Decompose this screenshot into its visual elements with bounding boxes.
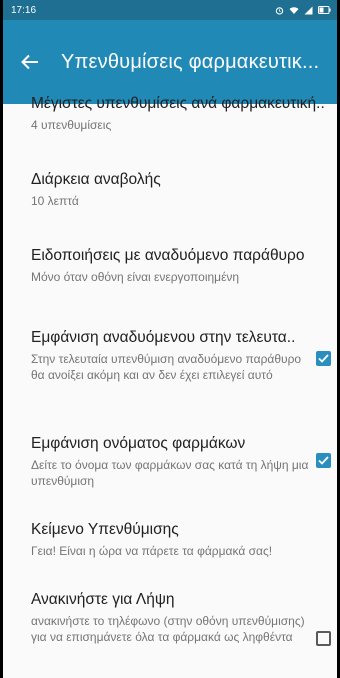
setting-subtitle: 4 υπενθυμίσεις bbox=[31, 118, 112, 132]
setting-title: Ανακινήστε για Λήψη bbox=[31, 591, 175, 608]
app-screen: 17:16 Υπενθυμίσεις φαρμακευτικ... Μέγιστ… bbox=[3, 0, 337, 678]
popup-last-reminder-checkbox[interactable] bbox=[316, 351, 331, 366]
setting-subtitle: 10 λεπτά bbox=[31, 194, 79, 208]
setting-subtitle: Μόνο όταν οθόνη είναι ενεργοποιημένη bbox=[31, 270, 240, 284]
shake-to-take-checkbox[interactable] bbox=[316, 631, 331, 646]
setting-popup-notifications[interactable]: Ειδοποιήσεις με αναδυόμενο παράθυρο Μόνο… bbox=[31, 246, 311, 285]
setting-title: Ειδοποιήσεις με αναδυόμενο παράθυρο bbox=[31, 247, 305, 264]
back-button[interactable] bbox=[17, 49, 43, 75]
setting-subtitle: Στην τελευταία υπενθύμιση αναδυόμενο παρ… bbox=[31, 352, 302, 382]
setting-max-reminders[interactable]: Μέγιστες υπενθυμίσεις ανά φαρμακευτική..… bbox=[31, 94, 325, 133]
setting-title: Κείμενο Υπενθύμισης bbox=[31, 521, 179, 538]
checkmark-icon bbox=[318, 456, 329, 465]
status-bar: 17:16 bbox=[3, 0, 337, 20]
setting-shake-to-take[interactable]: Ανακινήστε για Λήψη ανακινήστε το τηλέφω… bbox=[31, 590, 311, 645]
alarm-icon bbox=[275, 6, 284, 15]
setting-title: Μέγιστες υπενθυμίσεις ανά φαρμακευτική.. bbox=[31, 95, 325, 112]
arrow-left-icon bbox=[21, 54, 38, 70]
setting-subtitle: ανακινήστε το τηλέφωνο (στην οθόνη υπενθ… bbox=[31, 614, 305, 644]
app-bar: Υπενθυμίσεις φαρμακευτικ... bbox=[3, 20, 337, 104]
setting-popup-last-reminder[interactable]: Εμφάνιση αναδυόμενου στην τελευτα.. Στην… bbox=[31, 328, 311, 383]
setting-subtitle: Δείτε το όνομα των φαρμάκων σας κατά τη … bbox=[31, 458, 309, 488]
battery-icon bbox=[318, 6, 331, 14]
wifi-icon bbox=[289, 6, 299, 14]
checkmark-icon bbox=[318, 354, 329, 363]
status-time: 17:16 bbox=[11, 4, 37, 16]
setting-show-medicine-names[interactable]: Εμφάνιση ονόματος φαρμάκων Δείτε το όνομ… bbox=[31, 434, 311, 489]
status-icons bbox=[275, 6, 331, 15]
setting-title: Εμφάνιση αναδυόμενου στην τελευτα.. bbox=[31, 329, 296, 346]
setting-reminder-text[interactable]: Κείμενο Υπενθύμισης Γεια! Είναι η ώρα να… bbox=[31, 520, 311, 559]
signal-icon bbox=[304, 6, 313, 14]
page-title: Υπενθυμίσεις φαρμακευτικ... bbox=[61, 50, 320, 73]
setting-title: Διάρκεια αναβολής bbox=[31, 171, 161, 188]
show-medicine-names-checkbox[interactable] bbox=[316, 453, 331, 468]
setting-snooze-duration[interactable]: Διάρκεια αναβολής 10 λεπτά bbox=[31, 170, 311, 209]
setting-title: Εμφάνιση ονόματος φαρμάκων bbox=[31, 435, 246, 452]
setting-subtitle: Γεια! Είναι η ώρα να πάρετε τα φάρμακά σ… bbox=[31, 544, 273, 558]
